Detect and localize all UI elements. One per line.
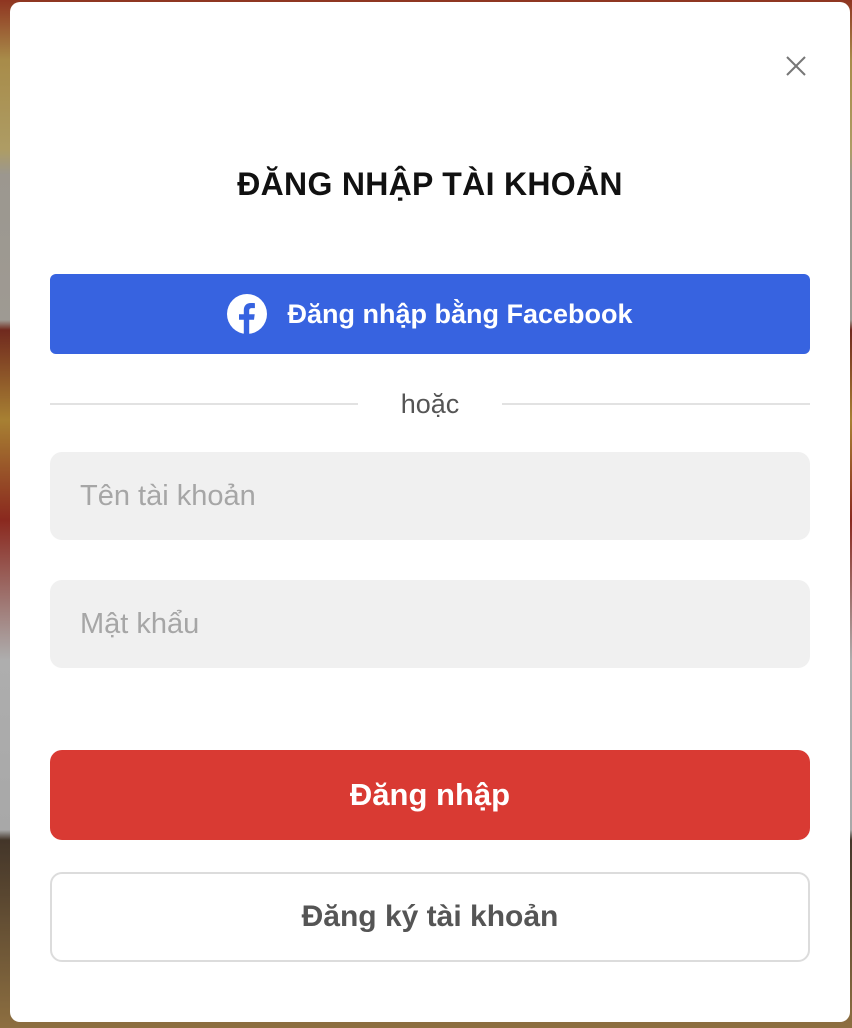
close-icon xyxy=(786,56,806,76)
username-input[interactable] xyxy=(50,452,810,540)
login-button[interactable]: Đăng nhập xyxy=(50,750,810,840)
login-modal: ĐĂNG NHẬP TÀI KHOẢN Đăng nhập bằng Faceb… xyxy=(10,2,850,1022)
divider-line-left xyxy=(50,403,358,405)
facebook-login-button[interactable]: Đăng nhập bằng Facebook xyxy=(50,274,810,354)
facebook-login-label: Đăng nhập bằng Facebook xyxy=(287,298,633,329)
divider-line-right xyxy=(502,403,810,405)
or-divider: hoặc xyxy=(50,382,810,426)
divider-text: hoặc xyxy=(400,389,460,419)
close-button[interactable] xyxy=(780,50,812,82)
modal-title: ĐĂNG NHẬP TÀI KHOẢN xyxy=(237,166,623,202)
facebook-icon xyxy=(227,294,268,334)
password-input[interactable] xyxy=(50,580,810,668)
register-button[interactable]: Đăng ký tài khoản xyxy=(50,872,810,962)
